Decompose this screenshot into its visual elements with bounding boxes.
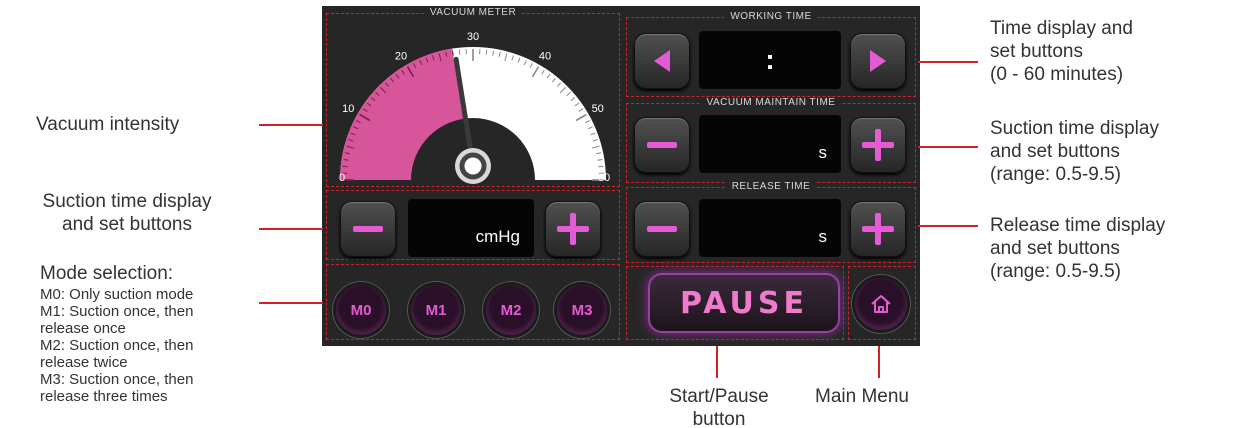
home-button[interactable]: [855, 278, 907, 330]
callout-line-time-display: [918, 61, 978, 63]
gauge-tick: [342, 165, 348, 168]
annotation-mode-list: M0: Only suction mode M1: Suction once, …: [40, 286, 193, 405]
mode-line: M2: Suction once, then: [40, 337, 194, 354]
release-time-display: s: [699, 199, 841, 257]
gauge-tick: [598, 165, 604, 168]
maintain-increase-button[interactable]: [850, 117, 906, 173]
callout-line-vacuum-intensity: [259, 124, 323, 126]
annotation-time-display-line: set buttons: [990, 41, 1083, 62]
annotation-main-menu: Main Menu: [815, 386, 909, 407]
mode-m2-label: M2: [500, 301, 522, 319]
mode-line: release once: [40, 320, 126, 337]
minus-icon: [647, 142, 677, 148]
mode-line: M1: Suction once, then: [40, 303, 194, 320]
mode-line: M0: Only suction mode: [40, 286, 194, 303]
mode-m2-button[interactable]: M2: [486, 285, 536, 335]
annotation-suction-right-line: (range: 0.5-9.5): [990, 164, 1121, 185]
gauge-label-20: 20: [395, 50, 407, 62]
mode-m1-label: M1: [425, 301, 447, 319]
annotation-suction-left-line1: Suction time display: [42, 191, 212, 212]
minus-icon: [353, 226, 383, 232]
mode-m0-button[interactable]: M0: [336, 285, 386, 335]
callout-line-mode: [259, 302, 323, 304]
annotation-vacuum-intensity: Vacuum intensity: [36, 114, 180, 135]
vacuum-unit: cmHg: [475, 227, 520, 246]
release-unit: s: [818, 227, 828, 246]
gauge-label-30: 30: [467, 31, 479, 43]
triangle-left-icon: [654, 50, 670, 72]
gauge-label-60: 60: [598, 172, 610, 184]
annotation-release-right-line: Release time display: [990, 215, 1166, 236]
vacuum-maintain-title: VACUUM MAINTAIN TIME: [700, 97, 842, 108]
annotation-time-display-line: Time display and: [990, 18, 1133, 39]
plus-icon: [862, 129, 894, 161]
annotation-release-right: Release time display and set buttons (ra…: [990, 214, 1165, 283]
vacuum-gauge: 0 10 20 30 40 50 60: [339, 31, 610, 184]
plus-icon: [557, 213, 589, 245]
mode-line: release twice: [40, 354, 128, 371]
working-time-title: WORKING TIME: [724, 11, 818, 22]
pause-label: PAUSE: [680, 285, 808, 321]
home-icon: [871, 295, 891, 313]
working-time-value: :: [765, 44, 775, 75]
callout-line-start-pause: [716, 346, 718, 378]
annotation-start-pause: Start/Pause button: [649, 385, 789, 428]
annotation-start-pause-line: button: [692, 409, 746, 428]
maintain-time-display: s: [699, 115, 841, 173]
callout-line-suction-right: [918, 146, 978, 148]
plus-icon: [862, 213, 894, 245]
mode-line: release three times: [40, 388, 168, 405]
mode-m0-label: M0: [350, 301, 372, 319]
annotation-time-display: Time display and set buttons (0 - 60 min…: [990, 17, 1133, 86]
annotation-suction-right-line: Suction time display: [990, 118, 1159, 139]
annotation-suction-left-line2: and set buttons: [62, 214, 192, 235]
release-time-title: RELEASE TIME: [725, 181, 817, 192]
maintain-decrease-button[interactable]: [634, 117, 690, 173]
mode-section: M0 M1 M2 M3: [326, 264, 620, 340]
annotation-start-pause-line: Start/Pause: [669, 386, 769, 407]
annotation-suction-right: Suction time display and set buttons (ra…: [990, 117, 1159, 186]
mode-m1-button[interactable]: M1: [411, 285, 461, 335]
pause-button[interactable]: PAUSE: [648, 273, 840, 333]
annotation-suction-left: Suction time display and set buttons: [8, 190, 246, 236]
vacuum-set-display: cmHg: [408, 199, 534, 257]
gauge-tick: [485, 49, 488, 55]
gauge-tick: [458, 49, 461, 55]
release-decrease-button[interactable]: [634, 201, 690, 257]
minus-icon: [647, 226, 677, 232]
time-decrease-button[interactable]: [634, 33, 690, 89]
maintain-unit: s: [818, 143, 828, 162]
callout-line-suction-left: [259, 228, 323, 230]
callout-line-release-right: [918, 225, 978, 227]
vacuum-decrease-button[interactable]: [340, 201, 396, 257]
triangle-right-icon: [870, 50, 886, 72]
annotation-suction-right-line: and set buttons: [990, 141, 1120, 162]
annotation-release-right-line: and set buttons: [990, 238, 1120, 259]
vacuum-increase-button[interactable]: [545, 201, 601, 257]
mode-line: M3: Suction once, then: [40, 371, 194, 388]
gauge-label-40: 40: [539, 50, 551, 62]
callout-line-main-menu: [878, 346, 880, 378]
gauge-label-50: 50: [592, 103, 604, 115]
vacuum-meter-title: VACUUM METER: [423, 7, 523, 18]
release-increase-button[interactable]: [850, 201, 906, 257]
time-increase-button[interactable]: [850, 33, 906, 89]
working-time-display: :: [699, 31, 841, 89]
gauge-hub-cap: [459, 152, 487, 180]
annotation-release-right-line: (range: 0.5-9.5): [990, 261, 1121, 282]
annotation-time-display-line: (0 - 60 minutes): [990, 64, 1124, 85]
gauge-label-0: 0: [339, 172, 345, 184]
gauge-label-10: 10: [342, 103, 354, 115]
mode-m3-label: M3: [571, 301, 593, 319]
mode-m3-button[interactable]: M3: [557, 285, 607, 335]
annotation-mode-title: Mode selection:: [40, 263, 174, 284]
